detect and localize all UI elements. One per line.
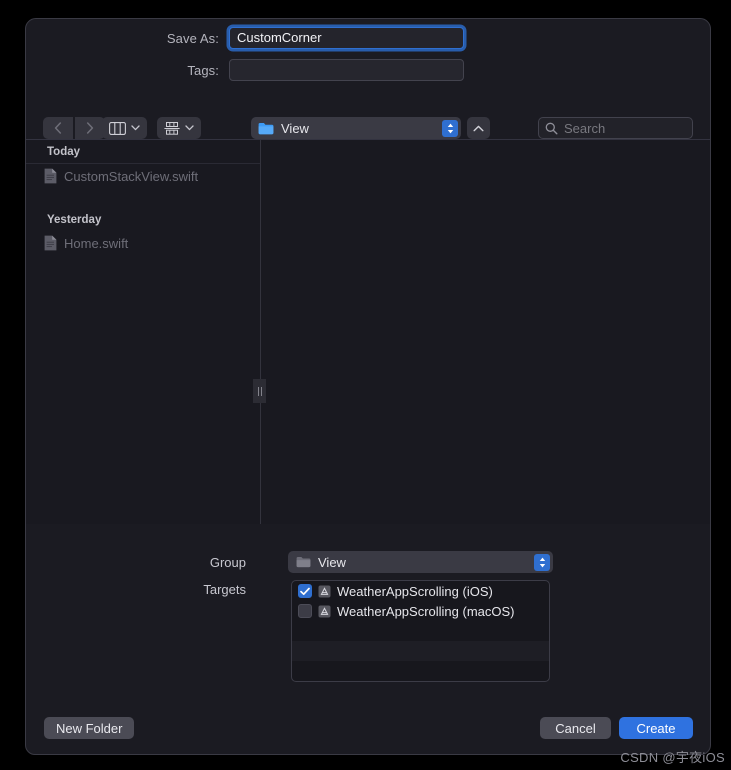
target-checkbox[interactable] bbox=[298, 604, 312, 618]
document-icon bbox=[44, 235, 57, 251]
options-panel: Group View Targets WeatherAppScrolling (… bbox=[26, 524, 710, 704]
table-row[interactable]: WeatherAppScrolling (macOS) bbox=[292, 601, 549, 621]
xcode-target-icon bbox=[318, 605, 331, 617]
group-label: Group bbox=[209, 555, 246, 570]
gray-folder-icon bbox=[296, 557, 311, 568]
file-name-label: Home.swift bbox=[64, 235, 129, 251]
column-resize-handle-icon bbox=[260, 386, 262, 396]
chevron-up-icon bbox=[473, 125, 484, 131]
chevron-down-icon bbox=[185, 125, 194, 131]
search-field[interactable]: Search bbox=[538, 117, 693, 139]
save-as-row: Save As: CustomCorner bbox=[139, 27, 464, 49]
chevron-right-icon bbox=[86, 122, 94, 134]
go-up-button[interactable] bbox=[467, 117, 490, 139]
search-input[interactable]: Search bbox=[564, 121, 605, 136]
group-popup-label: View bbox=[318, 554, 346, 570]
preview-column[interactable] bbox=[261, 140, 710, 524]
path-popup-label: View bbox=[281, 120, 309, 136]
target-name-label: WeatherAppScrolling (iOS) bbox=[337, 583, 493, 599]
targets-label: Targets bbox=[203, 582, 246, 597]
new-folder-button[interactable]: New Folder bbox=[44, 717, 135, 739]
create-button[interactable]: Create bbox=[619, 717, 693, 739]
tags-label: Tags: bbox=[187, 62, 219, 78]
up-down-stepper-icon bbox=[539, 557, 545, 567]
section-header-today: Today bbox=[26, 140, 260, 164]
target-checkbox[interactable] bbox=[298, 584, 312, 598]
up-down-stepper-icon bbox=[447, 123, 453, 133]
save-dialog: Save As: CustomCorner Tags: View Search … bbox=[25, 18, 711, 755]
view-mode-button[interactable] bbox=[102, 117, 147, 139]
checkmark-icon bbox=[300, 587, 310, 595]
cancel-button[interactable]: Cancel bbox=[540, 717, 611, 739]
column-view-icon bbox=[109, 121, 126, 135]
tags-row: Tags: bbox=[139, 59, 464, 81]
group-by-icon bbox=[164, 121, 180, 135]
path-popup-button[interactable]: View bbox=[251, 117, 461, 139]
watermark: CSDN @宇夜iOS bbox=[620, 750, 725, 765]
screen: Save As: CustomCorner Tags: View Search … bbox=[0, 0, 731, 770]
search-icon bbox=[545, 122, 558, 135]
path-popup-stepper[interactable] bbox=[442, 119, 458, 137]
tags-input[interactable] bbox=[229, 59, 464, 81]
file-browser: Today CustomStackView.swift Yesterday Ho… bbox=[26, 139, 710, 525]
group-popup-stepper[interactable] bbox=[534, 553, 550, 571]
table-row[interactable]: WeatherAppScrolling (iOS) bbox=[292, 581, 549, 601]
save-as-label: Save As: bbox=[166, 30, 219, 46]
document-icon bbox=[44, 168, 57, 184]
navigation-segmented-control bbox=[43, 117, 105, 139]
table-row-empty bbox=[292, 661, 549, 681]
target-name-label: WeatherAppScrolling (macOS) bbox=[337, 603, 515, 619]
column-resize-handle[interactable] bbox=[253, 379, 266, 403]
chevron-left-icon bbox=[54, 122, 62, 134]
file-list-column[interactable]: Today CustomStackView.swift Yesterday Ho… bbox=[26, 140, 261, 524]
table-row-empty bbox=[292, 681, 549, 682]
blue-folder-icon bbox=[258, 122, 274, 134]
forward-button[interactable] bbox=[75, 117, 105, 139]
group-by-button[interactable] bbox=[157, 117, 201, 139]
chevron-down-icon bbox=[131, 125, 140, 131]
dialog-footer: New Folder Cancel Create bbox=[26, 702, 710, 754]
xcode-target-icon bbox=[318, 585, 331, 597]
save-as-input[interactable]: CustomCorner bbox=[229, 27, 464, 49]
column-resize-handle-icon bbox=[257, 386, 259, 396]
back-button[interactable] bbox=[43, 117, 73, 139]
targets-list[interactable]: WeatherAppScrolling (iOS) WeatherAppScro… bbox=[291, 580, 550, 682]
list-item[interactable]: Home.swift bbox=[26, 231, 260, 255]
group-popup-button[interactable]: View bbox=[288, 551, 553, 573]
table-row-empty bbox=[292, 641, 549, 661]
table-row-empty bbox=[292, 621, 549, 641]
file-name-label: CustomStackView.swift bbox=[64, 168, 199, 184]
list-item[interactable]: CustomStackView.swift bbox=[26, 164, 260, 188]
section-header-yesterday: Yesterday bbox=[26, 208, 260, 231]
